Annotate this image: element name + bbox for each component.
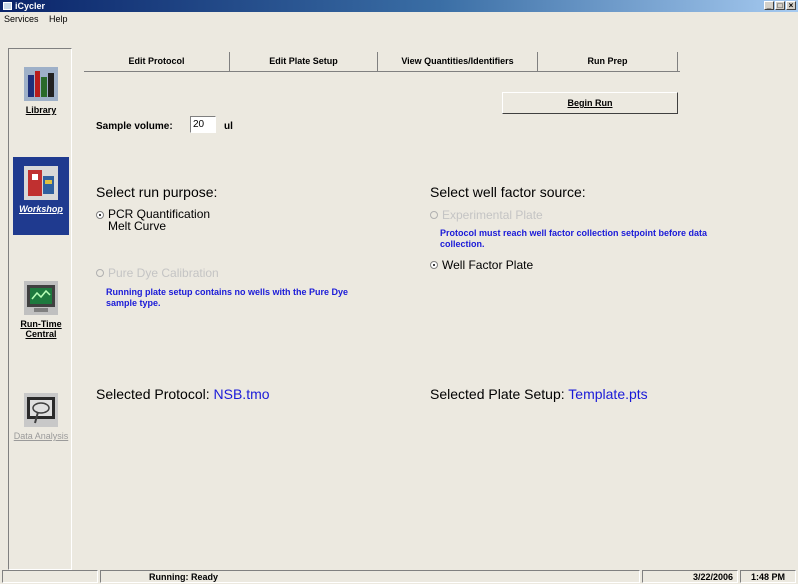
sample-volume-unit: ul <box>224 121 233 132</box>
radio-button[interactable] <box>96 269 104 277</box>
selected-protocol-label: Selected Protocol: <box>96 386 210 402</box>
workshop-icon <box>24 166 58 200</box>
app-icon <box>3 2 12 10</box>
well-factor-plate-label: Well Factor Plate <box>442 258 534 272</box>
pure-dye-calibration-label: Pure Dye Calibration <box>108 266 219 280</box>
window-title-bar: iCycler _ □ × <box>0 0 798 12</box>
radio-button[interactable] <box>430 261 438 269</box>
begin-run-button[interactable]: Begin Run <box>502 92 678 114</box>
sidebar-label-library: Library <box>25 105 57 115</box>
selected-protocol: Selected Protocol: NSB.tmo <box>96 386 270 402</box>
sidebar-item-run-time-central[interactable]: Run-Time Central <box>13 275 69 355</box>
close-icon[interactable]: × <box>786 1 796 10</box>
restore-icon[interactable]: □ <box>775 1 785 10</box>
selected-plate-value: Template.pts <box>568 386 648 402</box>
sidebar-item-data-analysis[interactable]: Data Analysis <box>13 387 69 467</box>
sidebar-item-library[interactable]: Library <box>13 61 69 133</box>
sidebar-label-data-analysis: Data Analysis <box>13 431 69 441</box>
run-time-monitor-icon <box>24 281 58 315</box>
sample-volume-label: Sample volume: <box>96 121 173 132</box>
status-time: 1:48 PM <box>740 570 796 583</box>
selected-protocol-value: NSB.tmo <box>213 386 270 402</box>
experimental-plate-label: Experimental Plate <box>442 208 543 222</box>
run-prep-panel: Sample volume: 20 ul Begin Run Select ru… <box>84 72 786 566</box>
sample-volume-input[interactable]: 20 <box>190 116 216 133</box>
minimize-icon[interactable]: _ <box>764 1 774 10</box>
menu-help[interactable]: Help <box>45 12 72 26</box>
melt-curve-label: Melt Curve <box>108 219 167 233</box>
selected-plate-setup: Selected Plate Setup: Template.pts <box>430 386 648 402</box>
radio-button[interactable] <box>96 211 104 219</box>
pure-dye-note: Running plate setup contains no wells wi… <box>106 287 349 308</box>
sidebar: Library Workshop Run-Time Central Data A… <box>8 48 72 570</box>
tab-strip: Edit Protocol Edit Plate Setup View Quan… <box>84 52 678 72</box>
sidebar-label-workshop: Workshop <box>19 204 63 214</box>
sidebar-item-workshop[interactable]: Workshop <box>13 157 69 235</box>
menu-bar: Services Help <box>0 12 798 26</box>
sidebar-label-run-time-central: Run-Time Central <box>20 319 62 339</box>
radio-pure-dye-calibration[interactable]: Pure Dye Calibration <box>96 266 219 280</box>
well-factor-heading: Select well factor source: <box>430 184 586 200</box>
tab-edit-protocol[interactable]: Edit Protocol <box>84 52 230 72</box>
status-message: Running: Ready <box>100 570 640 583</box>
library-books-icon <box>24 67 58 101</box>
tab-view-quantities-identifiers[interactable]: View Quantities/Identifiers <box>378 52 538 72</box>
tab-run-prep[interactable]: Run Prep <box>538 52 678 72</box>
experimental-plate-note: Protocol must reach well factor collecti… <box>440 228 708 249</box>
radio-button[interactable] <box>430 211 438 219</box>
status-date: 3/22/2006 <box>642 570 738 583</box>
data-analysis-icon <box>24 393 58 427</box>
menu-services[interactable]: Services <box>0 12 43 26</box>
status-bar: Running: Ready 3/22/2006 1:48 PM <box>0 570 798 583</box>
status-pane-left <box>2 570 98 583</box>
radio-experimental-plate[interactable]: Experimental Plate <box>430 208 543 222</box>
selected-plate-label: Selected Plate Setup: <box>430 386 565 402</box>
run-purpose-heading: Select run purpose: <box>96 184 218 200</box>
radio-well-factor-plate[interactable]: Well Factor Plate <box>430 258 533 272</box>
window-title: iCycler <box>15 1 46 11</box>
radio-pcr-quantification[interactable]: PCR Quantification Melt Curve <box>96 208 210 232</box>
tab-edit-plate-setup[interactable]: Edit Plate Setup <box>230 52 378 72</box>
